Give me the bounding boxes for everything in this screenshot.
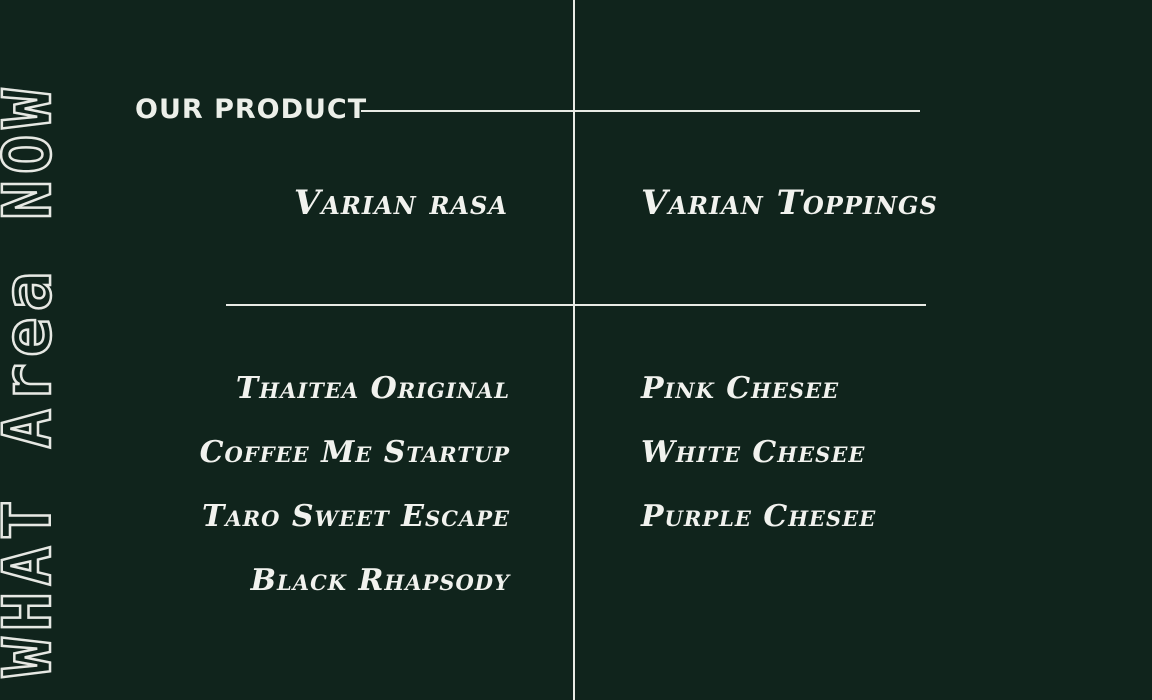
list-item: Thaitea Original xyxy=(235,371,510,406)
toppings-heading: Varian Toppings xyxy=(641,183,938,223)
list-item: Coffee Me Startup xyxy=(199,435,510,470)
list-item: Purple Chesee xyxy=(641,499,877,534)
header-divider-line xyxy=(361,110,920,112)
section-label: OUR PRODUCT xyxy=(135,94,368,125)
list-item: Black Rhapsody xyxy=(250,563,510,598)
table-divider-line xyxy=(226,304,926,306)
toppings-list: Pink Chesee White Chesee Purple Chesee xyxy=(641,374,876,566)
side-title: WHAT Area NOW xyxy=(0,81,67,678)
center-divider-line xyxy=(573,0,575,700)
flavors-list: Thaitea Original Coffee Me Startup Taro … xyxy=(200,374,510,630)
list-item: Pink Chesee xyxy=(641,371,840,406)
list-item: Taro Sweet Escape xyxy=(202,499,510,534)
flavors-heading: Varian rasa xyxy=(293,183,508,223)
list-item: White Chesee xyxy=(641,435,866,470)
